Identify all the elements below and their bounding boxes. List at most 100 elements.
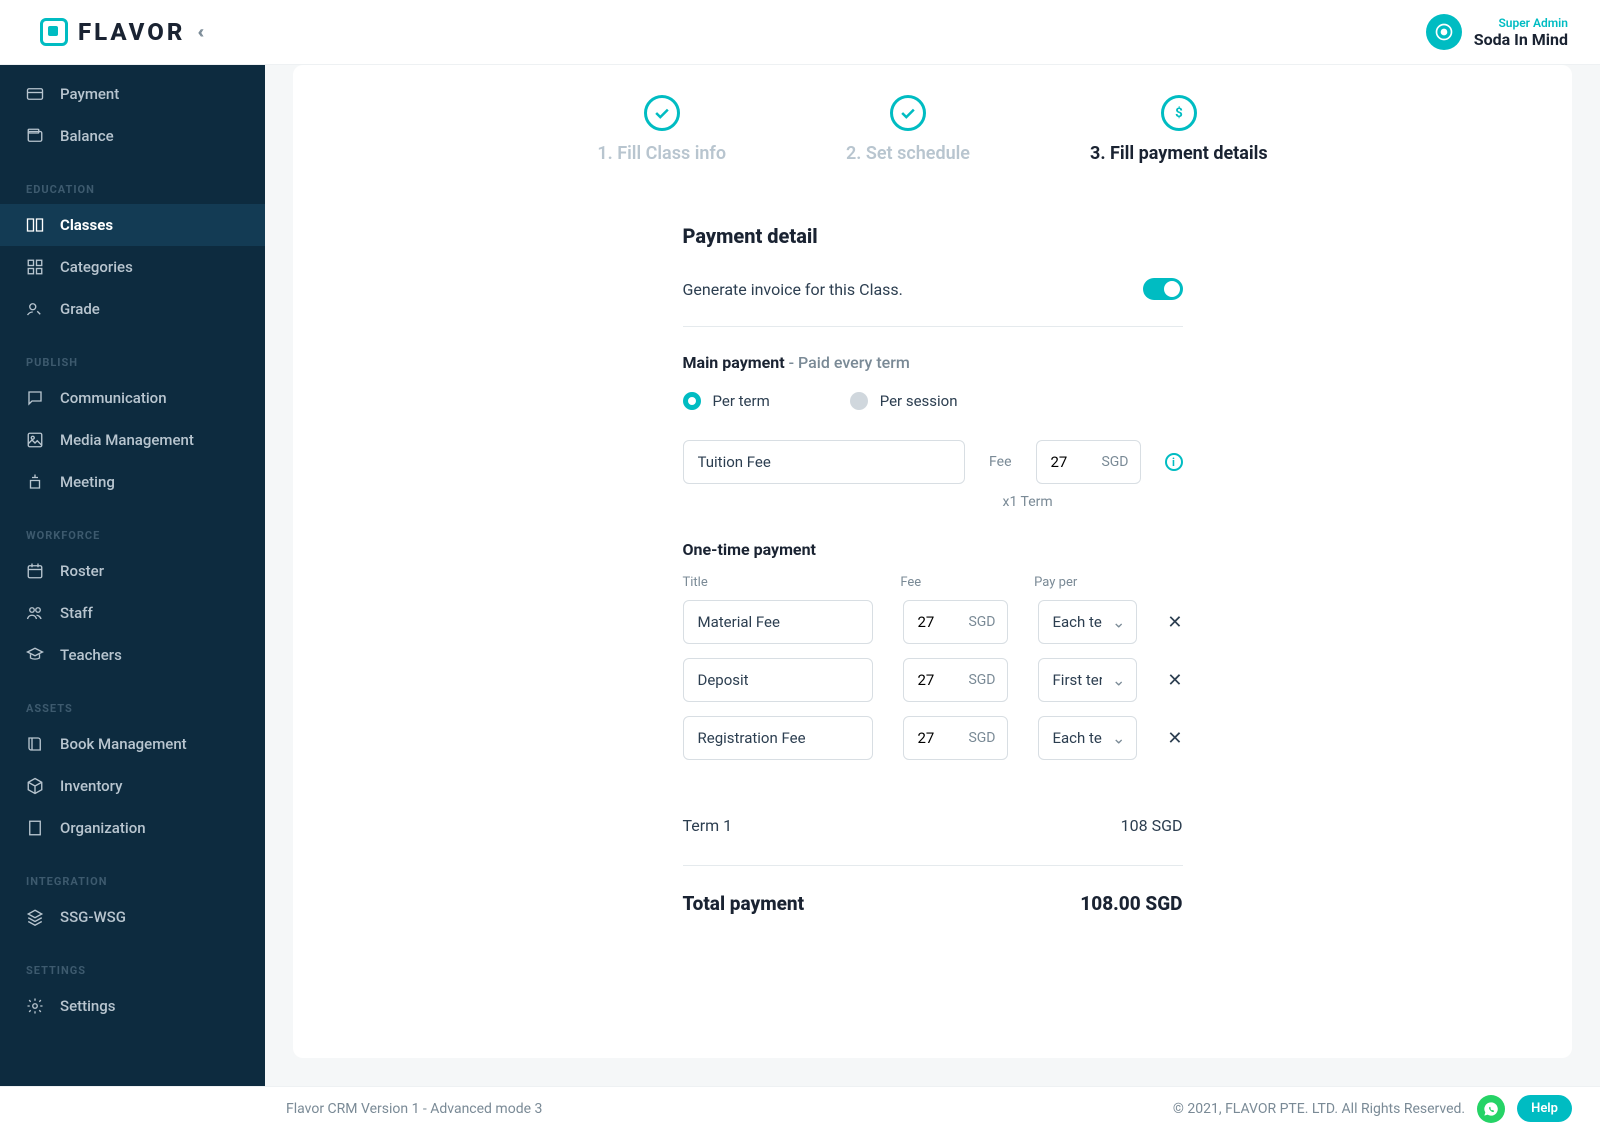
package-icon [26,777,44,795]
sidebar-item-staff[interactable]: Staff [0,592,265,634]
podium-icon [26,473,44,491]
main-payment-title: Main payment [683,353,785,372]
sidebar-item-organization[interactable]: Organization [0,807,265,849]
sidebar-item-payment[interactable]: Payment [0,73,265,115]
sidebar-item-meeting[interactable]: Meeting [0,461,265,503]
radio-label: Per term [713,392,770,410]
main-payment-meta: - Paid every term [785,353,910,372]
sidebar-item-ssg-wsg[interactable]: SSG-WSG [0,896,265,938]
invoice-toggle-label: Generate invoice for this Class. [683,280,903,299]
onetime-title-input[interactable] [683,600,873,644]
grid-icon [26,258,44,276]
onetime-payper-select[interactable] [1038,658,1138,702]
radio-icon [683,392,701,410]
term-value: 108 SGD [1121,816,1183,835]
whatsapp-button[interactable] [1477,1095,1505,1123]
user-name: Soda In Mind [1474,30,1568,49]
nav-heading: ASSETS [0,694,265,723]
sidebar-item-book-management[interactable]: Book Management [0,723,265,765]
tuition-title-input[interactable] [683,440,966,484]
radio-per-session[interactable]: Per session [850,392,958,410]
step-1[interactable]: 1. Fill Class info [597,95,726,164]
header-title: Title [683,575,871,590]
sidebar-item-classes[interactable]: Classes [0,204,265,246]
sidebar-item-label: Organization [60,819,146,837]
people-icon [26,604,44,622]
remove-row-button[interactable]: ✕ [1167,728,1182,749]
book-open-icon [26,216,44,234]
sidebar-collapse-button[interactable]: ‹‹ [197,22,200,43]
sidebar-item-balance[interactable]: Balance [0,115,265,157]
main-content: 1. Fill Class info 2. Set schedule $3. Fil… [265,65,1600,1086]
term-note: x1 Term [1003,494,1183,510]
sidebar: Payment Balance EDUCATIONClassesCategories… [0,65,265,1086]
sidebar-item-communication[interactable]: Communication [0,377,265,419]
nav-heading: PUBLISH [0,348,265,377]
sidebar-item-label: SSG-WSG [60,908,126,926]
logo-wrap: FLAVOR ‹‹ [40,18,200,46]
step-icon: $ [1161,95,1197,131]
teacher-icon [26,646,44,664]
avatar [1426,14,1462,50]
sidebar-item-categories[interactable]: Categories [0,246,265,288]
sidebar-item-inventory[interactable]: Inventory [0,765,265,807]
sidebar-item-teachers[interactable]: Teachers [0,634,265,676]
onetime-row: SGD ⌄ ✕ [683,600,1183,644]
user-area[interactable]: Super Admin Soda In Mind [1426,14,1568,50]
sidebar-item-label: Media Management [60,431,194,449]
total-value: 108.00 SGD [1080,892,1182,915]
footer-version: Flavor CRM Version 1 - Advanced mode 3 [286,1101,542,1117]
sidebar-item-label: Staff [60,604,93,622]
radio-per-term[interactable]: Per term [683,392,770,410]
onetime-title-input[interactable] [683,658,873,702]
sidebar-item-label: Book Management [60,735,187,753]
sidebar-item-label: Grade [60,300,100,318]
onetime-title: One-time payment [683,540,1183,559]
header-fee: Fee [900,575,1004,590]
term-label: Term 1 [683,816,733,835]
header-payper: Pay per [1034,575,1182,590]
divider [683,326,1183,327]
wallet-icon [26,127,44,145]
onetime-payper-select[interactable] [1038,600,1138,644]
book-icon [26,735,44,753]
onetime-title-input[interactable] [683,716,873,760]
onetime-headers: Title Fee Pay per [683,575,1183,590]
image-icon [26,431,44,449]
step-label: 3. Fill payment details [1090,143,1268,164]
sidebar-item-label: Balance [60,127,114,145]
logo[interactable]: FLAVOR [40,18,185,46]
nav-heading: EDUCATION [0,175,265,204]
radio-label: Per session [880,392,958,410]
nav-heading: INTEGRATION [0,867,265,896]
sidebar-item-label: Roster [60,562,104,580]
sidebar-item-media-management[interactable]: Media Management [0,419,265,461]
payment-mode-radios: Per term Per session [683,392,1183,410]
onetime-payper-select[interactable] [1038,716,1138,760]
sidebar-item-roster[interactable]: Roster [0,550,265,592]
remove-row-button[interactable]: ✕ [1167,612,1182,633]
user-role: Super Admin [1474,16,1568,30]
step-2[interactable]: 2. Set schedule [846,95,970,164]
whatsapp-icon [1483,1101,1499,1117]
currency-label: SGD [968,614,995,630]
currency-label: SGD [968,672,995,688]
help-button[interactable]: Help [1517,1095,1572,1122]
info-icon[interactable]: i [1165,453,1183,471]
step-icon [890,95,926,131]
sidebar-item-grade[interactable]: Grade [0,288,265,330]
card-icon [26,85,44,103]
remove-row-button[interactable]: ✕ [1167,670,1182,691]
step-icon [644,95,680,131]
step-3[interactable]: $3. Fill payment details [1090,95,1268,164]
sidebar-item-label: Communication [60,389,167,407]
sidebar-item-settings[interactable]: Settings [0,985,265,1027]
invoice-toggle[interactable] [1143,278,1183,300]
step-label: 1. Fill Class info [597,143,726,164]
onetime-row: SGD ⌄ ✕ [683,658,1183,702]
form-card: 1. Fill Class info 2. Set schedule $3. Fil… [293,65,1572,1058]
sidebar-item-label: Settings [60,997,116,1015]
sidebar-item-label: Payment [60,85,119,103]
sidebar-item-label: Teachers [60,646,122,664]
sidebar-item-label: Inventory [60,777,122,795]
